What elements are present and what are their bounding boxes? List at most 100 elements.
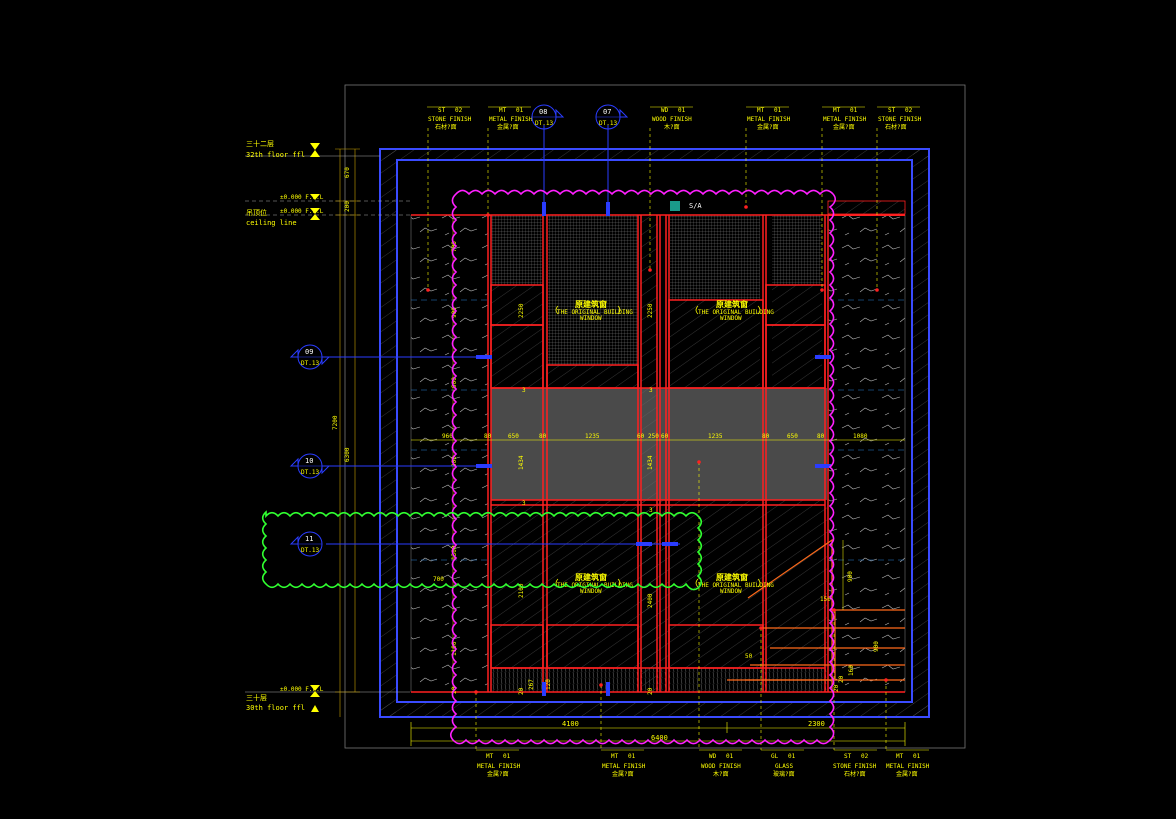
- svg-text:ST: ST: [438, 107, 446, 114]
- ceiling-cn: 吊顶位: [246, 208, 267, 217]
- svg-text:3: 3: [522, 387, 526, 394]
- cad-elevation-drawing: 三十二层 32th floor ffl ±0.000 F.F.L 吊顶位 cei…: [245, 84, 966, 778]
- stone-wall-right: [827, 214, 906, 693]
- level-32-en: 32th floor ffl: [246, 151, 305, 159]
- svg-text:原建筑窗: 原建筑窗: [716, 572, 748, 582]
- svg-text:WINDOW: WINDOW: [580, 315, 602, 322]
- svg-text:650: 650: [508, 433, 519, 440]
- svg-text:60: 60: [661, 433, 669, 440]
- svg-text:01: 01: [774, 107, 782, 114]
- svg-text:DT.13: DT.13: [301, 360, 319, 367]
- svg-text:01: 01: [516, 107, 524, 114]
- svg-text:WD: WD: [661, 107, 669, 114]
- svg-text:METAL FINISH: METAL FINISH: [477, 763, 521, 770]
- svg-text:GL: GL: [771, 753, 779, 760]
- svg-text:20: 20: [647, 687, 654, 695]
- svg-text:金属?面: 金属?面: [487, 770, 509, 778]
- svg-text:02: 02: [455, 107, 463, 114]
- svg-text:STONE FINISH: STONE FINISH: [428, 116, 472, 123]
- svg-text:2300: 2300: [808, 720, 825, 728]
- svg-text:1235: 1235: [585, 433, 600, 440]
- svg-text:WD: WD: [709, 753, 717, 760]
- svg-text:原建筑窗: 原建筑窗: [575, 572, 607, 582]
- svg-text:金属?面: 金属?面: [896, 770, 918, 778]
- svg-text:670: 670: [344, 167, 351, 178]
- svg-text:4100: 4100: [562, 720, 579, 728]
- svg-text:01: 01: [850, 107, 858, 114]
- svg-text:DT.13: DT.13: [599, 120, 617, 127]
- svg-text:金属?面: 金属?面: [757, 123, 779, 131]
- svg-text:STONE FINISH: STONE FINISH: [833, 763, 877, 770]
- svg-text:267: 267: [528, 679, 535, 690]
- svg-text:2400: 2400: [647, 593, 654, 608]
- svg-text:01: 01: [913, 753, 921, 760]
- level-30-cn: 三十层: [246, 693, 267, 702]
- svg-text:MT: MT: [611, 753, 619, 760]
- svg-text:金属?面: 金属?面: [497, 123, 519, 131]
- svg-text:1434: 1434: [518, 455, 525, 470]
- svg-text:STONE FINISH: STONE FINISH: [878, 116, 922, 123]
- svg-text:900: 900: [847, 571, 854, 582]
- svg-text:01: 01: [628, 753, 636, 760]
- svg-text:960: 960: [442, 433, 453, 440]
- svg-text:160: 160: [848, 665, 855, 676]
- ceiling-en: ceiling line: [246, 219, 297, 227]
- svg-text:金属?面: 金属?面: [833, 123, 855, 131]
- svg-text:01: 01: [788, 753, 796, 760]
- svg-text:01: 01: [678, 107, 686, 114]
- svg-text:METAL FINISH: METAL FINISH: [886, 763, 930, 770]
- svg-text:METAL FINISH: METAL FINISH: [489, 116, 533, 123]
- svg-text:1080: 1080: [853, 433, 868, 440]
- svg-text:WOOD FINISH: WOOD FINISH: [701, 763, 741, 770]
- svg-text:20: 20: [838, 675, 845, 683]
- svg-text:02: 02: [861, 753, 869, 760]
- svg-text:MT: MT: [486, 753, 494, 760]
- stone-wall-left: [410, 214, 489, 693]
- svg-text:原建筑窗: 原建筑窗: [575, 299, 607, 309]
- svg-text:ST: ST: [888, 107, 896, 114]
- svg-text:7200: 7200: [332, 415, 339, 430]
- svg-text:MT: MT: [499, 107, 507, 114]
- svg-text:80: 80: [539, 433, 547, 440]
- svg-text:2250: 2250: [647, 303, 654, 318]
- svg-text:10: 10: [305, 457, 313, 465]
- svg-text:650: 650: [787, 433, 798, 440]
- svg-text:DT.13: DT.13: [301, 469, 319, 476]
- svg-text:WOOD FINISH: WOOD FINISH: [652, 116, 692, 123]
- svg-text:09: 09: [305, 348, 313, 356]
- svg-text:250: 250: [648, 433, 659, 440]
- svg-text:ST: ST: [844, 753, 852, 760]
- window-zone: [491, 214, 827, 693]
- svg-text:玻璃?面: 玻璃?面: [773, 770, 795, 778]
- svg-text:石材?面: 石材?面: [435, 123, 457, 131]
- svg-text:07: 07: [603, 108, 611, 116]
- svg-text:DT.13: DT.13: [301, 547, 319, 554]
- svg-text:900: 900: [873, 641, 880, 652]
- svg-text:01: 01: [726, 753, 734, 760]
- svg-text:WINDOW: WINDOW: [720, 315, 742, 322]
- svg-text:80: 80: [817, 433, 825, 440]
- svg-text:6300: 6300: [344, 447, 351, 462]
- svg-text:MT: MT: [896, 753, 904, 760]
- svg-text:120: 120: [545, 679, 552, 690]
- svg-text:石材?面: 石材?面: [844, 770, 866, 778]
- svg-text:200: 200: [344, 201, 351, 212]
- svg-text:80: 80: [762, 433, 770, 440]
- svg-text:700: 700: [433, 576, 444, 583]
- level-32-cn: 三十二层: [246, 139, 274, 148]
- svg-text:80: 80: [484, 433, 492, 440]
- svg-text:DT.13: DT.13: [535, 120, 553, 127]
- svg-text:原建筑窗: 原建筑窗: [716, 299, 748, 309]
- level-30-en: 30th floor ffl: [246, 704, 305, 712]
- svg-text:木?面: 木?面: [664, 123, 680, 131]
- svg-text:2250: 2250: [518, 303, 525, 318]
- sa-label: S/A: [689, 202, 702, 210]
- svg-text:MT: MT: [833, 107, 841, 114]
- svg-text:石材?面: 石材?面: [885, 123, 907, 131]
- svg-text:50: 50: [745, 653, 753, 660]
- svg-text:1434: 1434: [647, 455, 654, 470]
- svg-text:WINDOW: WINDOW: [720, 588, 742, 595]
- svg-text:08: 08: [539, 108, 547, 116]
- svg-text:20: 20: [518, 687, 525, 695]
- svg-text:3: 3: [522, 500, 526, 507]
